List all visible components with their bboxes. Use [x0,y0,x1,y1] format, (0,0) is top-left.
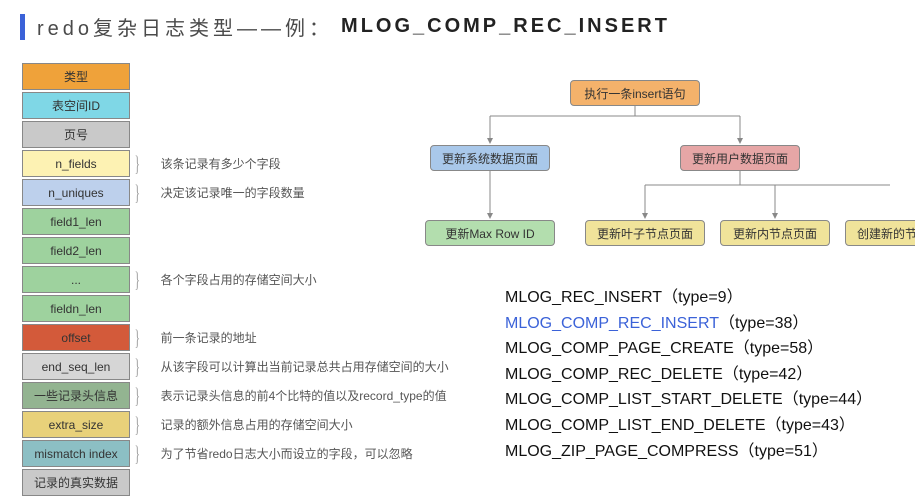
mlog-type-value: （type=42） [723,366,812,383]
title-en: MLOG_COMP_REC_INSERT [341,15,670,38]
tree-node: 更新叶子节点页面 [585,220,705,246]
tree-node: 更新内节点页面 [720,220,830,246]
field-note: 从该字段可以计算出当前记录总共占用存储空间的大小 [161,358,449,375]
field-note: 该条记录有多少个字段 [161,155,281,172]
mlog-type-value: （type=9） [662,289,743,306]
mlog-type-value: （type=43） [766,417,855,434]
field-cell: offset [22,324,130,351]
field-note: 前一条记录的地址 [161,329,257,346]
brace-icon: } [135,151,140,177]
field-row: extra_size} 记录的额外信息占用的存储空间大小 [22,410,449,439]
field-cell: mismatch index [22,440,130,467]
field-row: mismatch index} 为了节省redo日志大小而设立的字段，可以忽略 [22,439,449,468]
field-note: 表示记录头信息的前4个比特的值以及record_type的值 [161,387,447,404]
field-cell: n_fields [22,150,130,177]
field-cell: 页号 [22,121,130,148]
title-cn: redo复杂日志类型——例： [37,12,333,41]
field-cell: ... [22,266,130,293]
field-cell: extra_size [22,411,130,438]
mlog-type-name: MLOG_COMP_PAGE_CREATE [505,340,734,357]
field-cell: field2_len [22,237,130,264]
mlog-type-name: MLOG_REC_INSERT [505,289,662,306]
mlog-type-item: MLOG_COMP_LIST_END_DELETE（type=43） [505,413,872,439]
field-cell: fieldn_len [22,295,130,322]
field-note: 各个字段占用的存储空间大小 [161,271,317,288]
tree-node: 更新Max Row ID [425,220,555,246]
mlog-type-name: MLOG_ZIP_PAGE_COMPRESS [505,443,739,460]
title-accent-bar [20,14,25,40]
mlog-type-item: MLOG_ZIP_PAGE_COMPRESS（type=51） [505,439,872,465]
mlog-type-value: （type=44） [783,391,872,408]
mlog-type-name: MLOG_COMP_REC_DELETE [505,366,723,383]
page-title: redo复杂日志类型——例： MLOG_COMP_REC_INSERT [0,0,915,47]
execution-tree: 执行一条insert语句更新系统数据页面 更新用户数据页面更新Max Row ID… [370,70,890,270]
brace-icon: } [135,441,140,467]
field-row: fieldn_len [22,294,449,323]
mlog-type-value: （type=51） [739,443,828,460]
mlog-type-item: MLOG_COMP_LIST_START_DELETE（type=44） [505,387,872,413]
tree-node: 创建新的节点页面 [845,220,915,246]
tree-node: 执行一条insert语句 [570,80,700,106]
field-cell: field1_len [22,208,130,235]
mlog-type-item: MLOG_COMP_PAGE_CREATE（type=58） [505,336,872,362]
mlog-type-value: （type=58） [734,340,823,357]
mlog-type-item: MLOG_COMP_REC_INSERT（type=38） [505,311,872,337]
mlog-type-item: MLOG_REC_INSERT（type=9） [505,285,872,311]
mlog-type-item: MLOG_COMP_REC_DELETE（type=42） [505,362,872,388]
field-cell: n_uniques [22,179,130,206]
mlog-type-name: MLOG_COMP_LIST_START_DELETE [505,391,783,408]
field-note: 记录的额外信息占用的存储空间大小 [161,416,353,433]
field-cell: end_seq_len [22,353,130,380]
field-cell: 类型 [22,63,130,90]
field-cell: 记录的真实数据 [22,469,130,496]
field-cell: 一些记录头信息 [22,382,130,409]
field-row: 记录的真实数据 [22,468,449,497]
mlog-types-list: MLOG_REC_INSERT（type=9）MLOG_COMP_REC_INS… [505,285,872,464]
brace-icon: } [135,325,140,351]
brace-icon: } [135,383,140,409]
field-row: end_seq_len} 从该字段可以计算出当前记录总共占用存储空间的大小 [22,352,449,381]
tree-node: 更新用户数据页面 [680,145,800,171]
field-cell: 表空间ID [22,92,130,119]
tree-node: 更新系统数据页面 [430,145,550,171]
brace-icon: } [135,354,140,380]
field-row: 一些记录头信息} 表示记录头信息的前4个比特的值以及record_type的值 [22,381,449,410]
brace-icon: } [135,412,140,438]
brace-icon: } [135,267,140,293]
mlog-type-value: （type=38） [719,315,808,332]
brace-icon: } [135,180,140,206]
field-note: 为了节省redo日志大小而设立的字段，可以忽略 [161,445,413,462]
field-note: 决定该记录唯一的字段数量 [161,184,305,201]
field-row: offset} 前一条记录的地址 [22,323,449,352]
mlog-type-name: MLOG_COMP_REC_INSERT [505,315,719,332]
mlog-type-name: MLOG_COMP_LIST_END_DELETE [505,417,766,434]
